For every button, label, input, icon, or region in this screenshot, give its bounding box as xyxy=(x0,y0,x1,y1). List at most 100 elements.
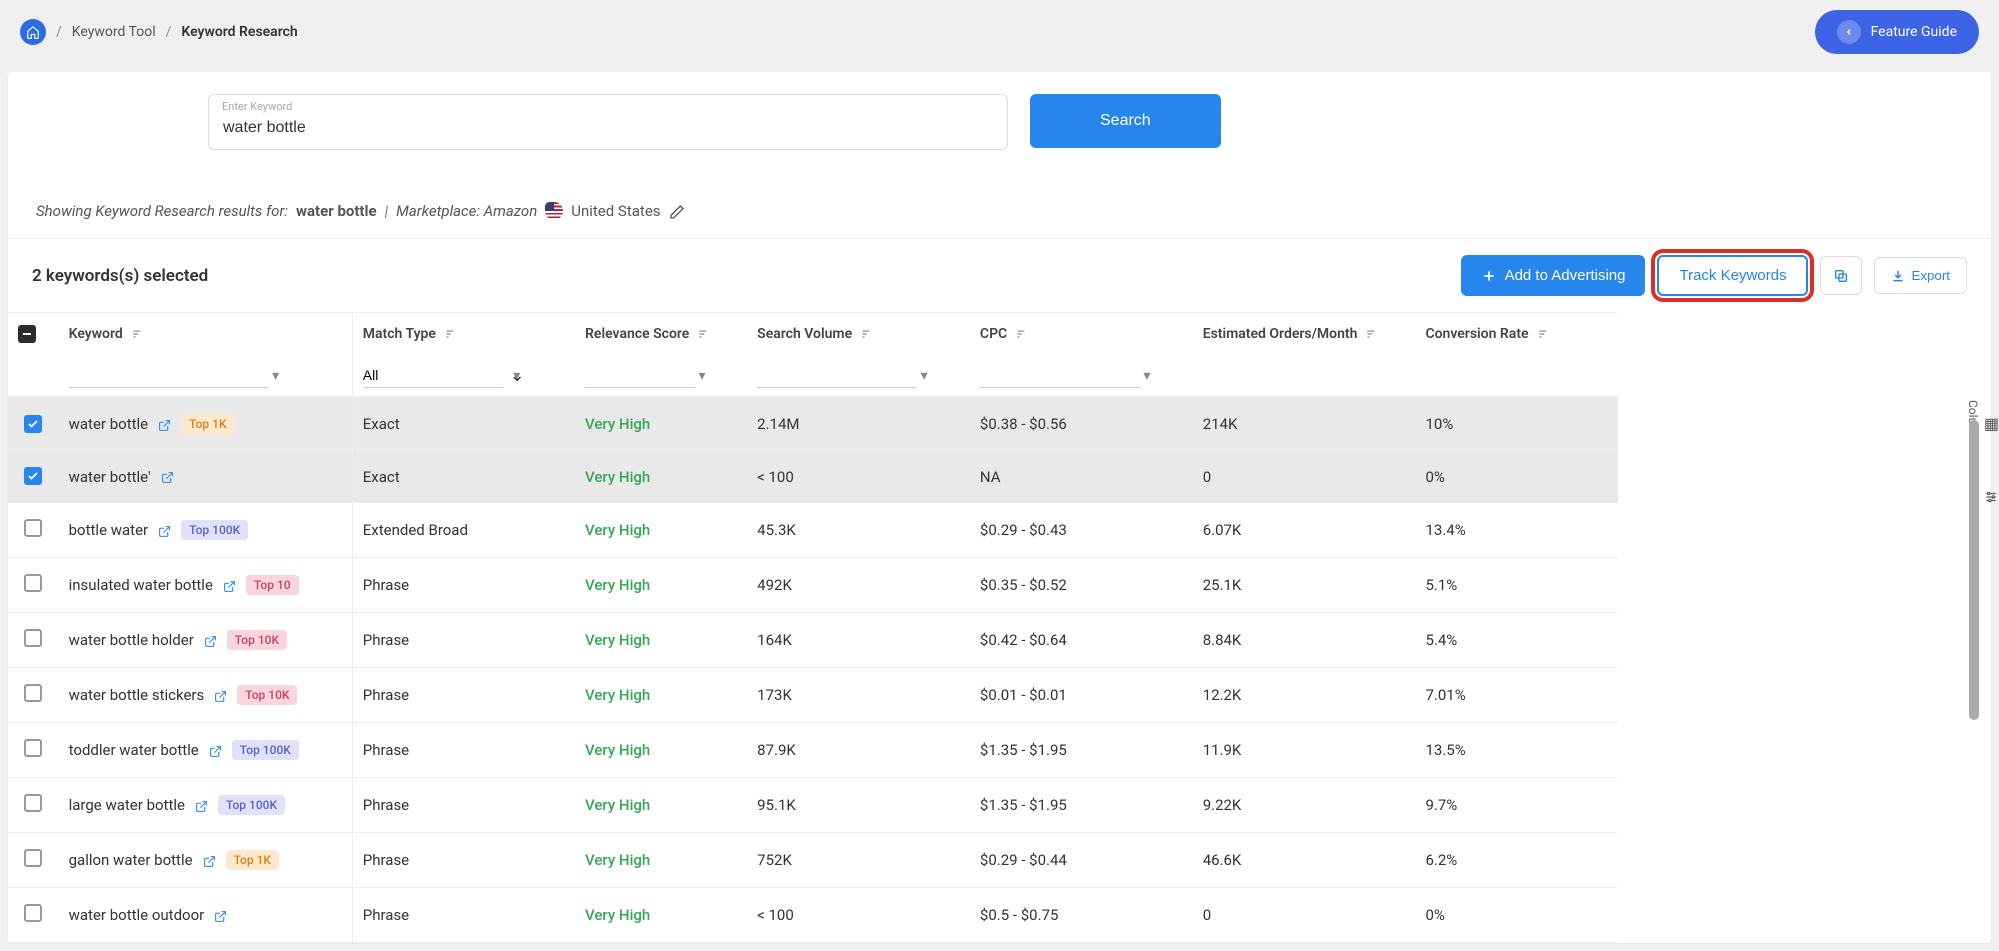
col-volume[interactable]: Search Volume xyxy=(747,313,970,356)
home-icon[interactable] xyxy=(20,19,46,45)
match-type-cell: Exact xyxy=(352,397,575,451)
col-conv[interactable]: Conversion Rate xyxy=(1415,313,1618,356)
conv-cell: 5.4% xyxy=(1415,613,1618,668)
orders-cell: 214K xyxy=(1193,397,1416,451)
volume-cell: 87.9K xyxy=(747,723,970,778)
feature-guide-button[interactable]: Feature Guide xyxy=(1815,10,1979,54)
col-cpc[interactable]: CPC xyxy=(970,313,1193,356)
external-link-icon[interactable] xyxy=(204,631,217,649)
funnel-icon[interactable]: ▾ xyxy=(1143,368,1150,384)
match-type-cell: Phrase xyxy=(352,833,575,888)
sort-icon xyxy=(131,326,145,342)
results-country: United States xyxy=(571,202,660,220)
table-row: bottle water Top 100K Extended Broad Ver… xyxy=(8,503,1618,558)
checkbox-indeterminate-icon[interactable] xyxy=(18,325,36,343)
copy-button[interactable] xyxy=(1820,256,1862,294)
relevance-cell: Very High xyxy=(585,468,650,486)
keyword-text: water bottle holder xyxy=(69,631,194,649)
funnel-icon[interactable]: ▾ xyxy=(272,368,279,384)
table-row: large water bottle Top 100K Phrase Very … xyxy=(8,778,1618,833)
breadcrumb-sep: / xyxy=(166,24,172,40)
add-adv-label: Add to Advertising xyxy=(1505,267,1626,284)
table-filter-row: ▾ All⌄ ▾ ▾ ▾ ▾ xyxy=(8,355,1618,397)
conv-cell: 7.01% xyxy=(1415,668,1618,723)
rank-badge: Top 100K xyxy=(218,795,285,815)
filter-cpc-input[interactable] xyxy=(980,364,1140,388)
external-link-icon[interactable] xyxy=(161,468,174,486)
col-match-type[interactable]: Match Type xyxy=(352,313,575,356)
add-to-advertising-button[interactable]: Add to Advertising xyxy=(1461,255,1646,296)
table-row: water bottle outdoor Phrase Very High < … xyxy=(8,888,1618,943)
keyword-text: toddler water bottle xyxy=(69,741,199,759)
select-all-header[interactable] xyxy=(8,313,59,356)
results-marketplace: Marketplace: Amazon xyxy=(396,202,537,220)
row-checkbox[interactable] xyxy=(24,739,42,757)
orders-cell: 8.84K xyxy=(1193,613,1416,668)
external-link-icon[interactable] xyxy=(214,906,227,924)
external-link-icon[interactable] xyxy=(214,686,227,704)
filter-volume-input[interactable] xyxy=(757,364,917,388)
breadcrumb-root[interactable]: Keyword Tool xyxy=(72,24,156,40)
funnel-icon[interactable]: ▾ xyxy=(921,368,928,384)
row-checkbox[interactable] xyxy=(24,629,42,647)
row-checkbox[interactable] xyxy=(24,467,42,485)
volume-cell: < 100 xyxy=(747,888,970,943)
match-type-cell: Phrase xyxy=(352,668,575,723)
main-panel: Enter Keyword Search Showing Keyword Res… xyxy=(8,72,1991,943)
keyword-text: gallon water bottle xyxy=(69,851,193,869)
keyword-text: water bottle stickers xyxy=(69,686,205,704)
conv-cell: 6.2% xyxy=(1415,833,1618,888)
keyword-text: water bottle outdoor xyxy=(69,906,205,924)
table-row: toddler water bottle Top 100K Phrase Ver… xyxy=(8,723,1618,778)
action-row: 2 keywords(s) selected Add to Advertisin… xyxy=(8,239,1991,312)
volume-cell: < 100 xyxy=(747,451,970,503)
conv-cell: 5.1% xyxy=(1415,558,1618,613)
row-checkbox[interactable] xyxy=(24,684,42,702)
volume-cell: 173K xyxy=(747,668,970,723)
funnel-icon[interactable]: ▾ xyxy=(699,368,706,384)
search-row: Enter Keyword Search xyxy=(8,72,1991,190)
conv-cell: 10% xyxy=(1415,397,1618,451)
results-prefix: Showing Keyword Research results for: xyxy=(36,202,288,220)
results-keyword: water bottle xyxy=(296,202,377,220)
col-relevance[interactable]: Relevance Score xyxy=(575,313,747,356)
orders-cell: 12.2K xyxy=(1193,668,1416,723)
external-link-icon[interactable] xyxy=(203,851,216,869)
external-link-icon[interactable] xyxy=(158,415,171,433)
col-orders[interactable]: Estimated Orders/Month xyxy=(1193,313,1416,356)
col-keyword[interactable]: Keyword xyxy=(59,313,353,356)
table-row: water bottle stickers Top 10K Phrase Ver… xyxy=(8,668,1618,723)
search-button[interactable]: Search xyxy=(1030,94,1221,148)
track-keywords-button[interactable]: Track Keywords xyxy=(1657,255,1808,296)
rank-badge: Top 10K xyxy=(227,630,287,650)
filter-keyword-input[interactable] xyxy=(69,364,269,388)
export-button[interactable]: Export xyxy=(1874,257,1967,294)
rank-badge: Top 10K xyxy=(237,685,297,705)
row-checkbox[interactable] xyxy=(24,574,42,592)
row-checkbox[interactable] xyxy=(24,794,42,812)
table-row: water bottle holder Top 10K Phrase Very … xyxy=(8,613,1618,668)
cpc-cell: $0.35 - $0.52 xyxy=(970,558,1193,613)
row-checkbox[interactable] xyxy=(24,519,42,537)
external-link-icon[interactable] xyxy=(223,576,236,594)
sliders-icon xyxy=(1984,487,1998,506)
external-link-icon[interactable] xyxy=(195,796,208,814)
keyword-input[interactable] xyxy=(208,94,1008,150)
external-link-icon[interactable] xyxy=(209,741,222,759)
orders-cell: 0 xyxy=(1193,451,1416,503)
row-checkbox[interactable] xyxy=(24,849,42,867)
row-checkbox[interactable] xyxy=(24,415,42,433)
scrollbar-thumb[interactable] xyxy=(1969,420,1979,720)
row-checkbox[interactable] xyxy=(24,904,42,922)
sort-icon xyxy=(697,326,711,342)
filter-relevance-input[interactable] xyxy=(585,364,695,388)
cpc-cell: $1.35 - $1.95 xyxy=(970,723,1193,778)
chevron-down-icon: ⌄ xyxy=(510,365,525,386)
edit-marketplace-icon[interactable] xyxy=(669,202,685,220)
keyword-text: water bottle' xyxy=(69,468,151,486)
external-link-icon[interactable] xyxy=(158,521,171,539)
relevance-cell: Very High xyxy=(585,796,650,814)
relevance-cell: Very High xyxy=(585,851,650,869)
match-type-cell: Phrase xyxy=(352,723,575,778)
filter-match-select[interactable]: All xyxy=(363,363,503,388)
